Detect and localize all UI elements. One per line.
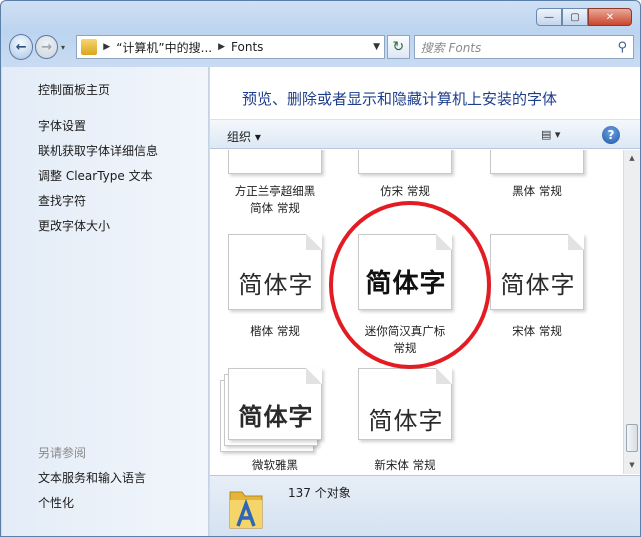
font-preview-icon [358,150,452,174]
font-preview-glyph: 简体字 [365,269,447,299]
font-style: 简体 常规 [250,201,300,215]
help-icon[interactable]: ? [602,126,620,144]
change-view-button[interactable]: ▤ ▾ [541,128,560,141]
navigation-bar: ← → ▾ ▶ “计算机”中的搜... ▶ Fonts ▼ ↻ 搜索 Fonts… [9,33,634,61]
refresh-button[interactable]: ↻ [387,35,410,59]
font-name: 微软雅黑 [252,458,298,472]
address-dropdown-icon[interactable]: ▼ [373,42,380,52]
vertical-scrollbar[interactable]: ▲ ▼ [623,150,640,474]
font-preview-icon [490,150,584,174]
font-preview-icon: 简体字 [228,368,322,440]
details-pane: 137 个对象 [210,475,640,536]
close-button[interactable]: ✕ [588,8,632,26]
font-item-xinsongti[interactable]: 简体字 新宋体 常规 [340,368,470,474]
font-name: 黑体 常规 [512,184,562,198]
sidebar-link-change-font-size[interactable]: 更改字体大小 [38,217,110,234]
fonts-folder-icon [81,39,98,55]
font-grid: 方正兰亭超细黑 简体 常规 仿宋 常规 黑体 常规 简体字 楷体 常规 简体字 … [210,150,623,474]
sidebar-link-cleartype[interactable]: 调整 ClearType 文本 [38,167,153,184]
recent-pages-dropdown[interactable]: ▾ [61,43,70,52]
font-preview-glyph: 简体字 [238,403,314,431]
sidebar-link-find-character[interactable]: 查找字符 [38,192,86,209]
breadcrumb-separator-icon[interactable]: ▶ [103,42,110,52]
font-item-mini-jianhan[interactable]: 简体字 迷你简汉真广标 常规 [340,234,470,368]
sidebar-link-control-panel-home[interactable]: 控制面板主页 [38,81,110,98]
font-item-kaiti[interactable]: 简体字 楷体 常规 [210,234,340,368]
font-preview-icon: 简体字 [490,234,584,310]
font-preview-glyph: 简体字 [368,407,444,435]
font-preview-glyph: 简体字 [500,271,576,299]
scroll-thumb[interactable] [626,424,638,452]
sidebar: 控制面板主页 字体设置 联机获取字体详细信息 调整 ClearType 文本 查… [2,67,209,536]
command-bar: 组织 ▾ ▤ ▾ ? [210,119,640,149]
font-item-fangsong[interactable]: 仿宋 常规 [340,150,470,232]
breadcrumb-item-search[interactable]: “计算机”中的搜... [116,39,212,56]
breadcrumb-item-fonts[interactable]: Fonts [231,40,263,54]
font-preview-icon: 简体字 [358,368,452,440]
font-preview-icon: 简体字 [228,234,322,310]
font-style: 常规 [393,341,417,355]
sidebar-link-font-settings[interactable]: 字体设置 [38,117,86,134]
search-input[interactable]: 搜索 Fonts ⚲ [413,35,634,59]
font-name: 仿宋 常规 [380,184,430,198]
forward-button[interactable]: → [35,35,58,59]
font-item-songti[interactable]: 简体字 宋体 常规 [472,234,602,368]
minimize-button[interactable]: — [536,8,562,26]
maximize-button[interactable]: ▢ [562,8,588,26]
font-name: 新宋体 常规 [374,458,436,472]
content-pane: 预览、删除或者显示和隐藏计算机上安装的字体 组织 ▾ ▤ ▾ ? 方正兰亭超细黑… [210,67,640,536]
font-name: 方正兰亭超细黑 [234,184,316,198]
sidebar-link-text-services[interactable]: 文本服务和输入语言 [38,469,146,486]
item-count: 137 个对象 [288,486,351,500]
search-placeholder: 搜索 Fonts [420,40,482,55]
sidebar-link-personalization[interactable]: 个性化 [38,494,74,511]
explorer-window: — ▢ ✕ ← → ▾ ▶ “计算机”中的搜... ▶ Fonts ▼ ↻ 搜索… [0,0,641,537]
font-item-yahei[interactable]: 简体字 微软雅黑 [210,368,340,474]
organize-menu-button[interactable]: 组织 ▾ [227,128,261,145]
scroll-down-icon[interactable]: ▼ [624,457,640,473]
font-preview-icon: 简体字 [358,234,452,310]
page-title: 预览、删除或者显示和隐藏计算机上安装的字体 [242,90,558,108]
scroll-up-icon[interactable]: ▲ [624,150,640,166]
font-name: 楷体 常规 [250,324,300,338]
font-name: 迷你简汉真广标 [364,324,446,338]
fonts-folder-icon [229,491,263,529]
font-item-heiti[interactable]: 黑体 常规 [472,150,602,232]
caption-buttons: — ▢ ✕ [536,8,632,26]
sidebar-link-online-font-info[interactable]: 联机获取字体详细信息 [38,142,158,159]
search-icon[interactable]: ⚲ [617,40,627,55]
back-button[interactable]: ← [9,34,34,60]
address-bar[interactable]: ▶ “计算机”中的搜... ▶ Fonts ▼ [76,35,386,59]
breadcrumb-separator-icon[interactable]: ▶ [218,42,225,52]
see-also-heading: 另请参阅 [38,446,87,460]
font-preview-glyph: 简体字 [238,271,314,299]
font-item-fangzheng[interactable]: 方正兰亭超细黑 简体 常规 [210,150,340,232]
font-name: 宋体 常规 [512,324,562,338]
font-preview-icon [228,150,322,174]
